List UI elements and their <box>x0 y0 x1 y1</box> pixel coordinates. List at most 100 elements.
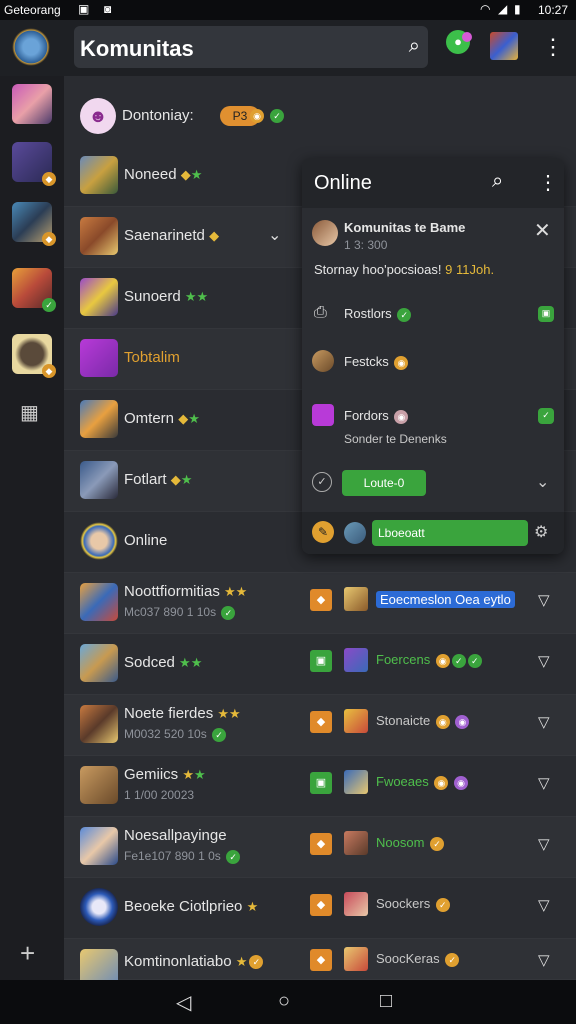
avatar <box>80 827 118 865</box>
item-name: Sodced ★★ <box>124 654 203 671</box>
community-icon: ☻ <box>80 98 116 134</box>
more-menu-icon[interactable]: ⋮ <box>542 34 564 60</box>
online-popup: Online ⌕ ⋮ Komunitas te Bame 1 3: 300 ✕ … <box>302 158 564 554</box>
chevron-down-icon[interactable]: ⌄ <box>268 225 281 245</box>
item-name: Noesallpayinge <box>124 827 227 844</box>
server-avatar[interactable]: ◆ <box>12 142 56 186</box>
notification-icon: ▣ <box>78 2 90 16</box>
battery-icon: ▮ <box>514 2 521 16</box>
table-row[interactable]: Komtinonlatiabo ★ ✓ ◆ SoocKeras ✓ ▽ <box>64 939 576 987</box>
expand-icon[interactable]: ▽ <box>538 951 550 969</box>
status-square-icon: ◆ <box>310 833 332 855</box>
server-badge-icon: ◆ <box>42 232 56 246</box>
right-label: Fwoeaes ◉ ◉ <box>376 774 468 790</box>
status-icon: ✓ <box>312 472 332 492</box>
back-icon[interactable]: ◁ <box>176 990 191 1015</box>
recents-icon[interactable]: □ <box>380 990 392 1013</box>
item-name: Fotlart ◆★ <box>124 471 193 488</box>
table-row[interactable]: Noesallpayinge Fe1e107 890 1 0s ✓ ◆ Noos… <box>64 817 576 878</box>
small-avatar <box>344 947 368 971</box>
table-row[interactable]: Noete fierdes ★★ M0032 520 10s ✓ ◆ Stona… <box>64 695 576 756</box>
expand-icon[interactable]: ▽ <box>538 713 550 731</box>
app-icon: ◙ <box>104 2 112 16</box>
emoji-icon: ◉ <box>250 109 264 123</box>
server-avatar[interactable] <box>12 84 52 124</box>
expand-icon[interactable]: ▽ <box>538 835 550 853</box>
expand-icon[interactable]: ▽ <box>538 591 550 609</box>
expand-icon[interactable]: ▽ <box>538 652 550 670</box>
item-name: Noneed ◆★ <box>124 166 203 183</box>
avatar <box>80 156 118 194</box>
avatar <box>80 766 118 804</box>
table-row[interactable]: Noottfiormitias ★★ Mc037 890 1 10s ✓ ◆ E… <box>64 573 576 634</box>
check-icon: ✓ <box>270 109 284 123</box>
table-row[interactable]: Beoeke Ciotlprieo ★ ◆ Soockers ✓ ▽ <box>64 878 576 939</box>
signal-icon: ◢ <box>498 2 508 16</box>
calendar-icon[interactable]: ▦ <box>20 400 39 425</box>
settings-icon[interactable]: ⚙ <box>534 522 548 542</box>
server-avatar[interactable]: ◆ <box>12 202 56 246</box>
app-bar: Komunitas ⌕ ● ⋮ <box>0 20 576 76</box>
popup-header: Online ⌕ ⋮ <box>302 158 564 208</box>
link-label[interactable]: Eoecmeslon Oea eytlo <box>376 591 515 608</box>
avatar <box>80 583 118 621</box>
home-icon[interactable]: ○ <box>278 990 290 1013</box>
action-button[interactable]: Loute-0 <box>342 470 426 496</box>
header-label: Dontoniay: <box>122 107 194 124</box>
item-name: Sunoerd ★★ <box>124 288 209 305</box>
item-name: Omtern ◆★ <box>124 410 200 427</box>
check-icon: ✓ <box>538 408 554 424</box>
group-meta: 1 3: 300 <box>344 238 388 252</box>
popup-item-label: Festcks ◉ <box>344 354 409 370</box>
item-name: Komtinonlatiabo ★ ✓ <box>124 953 264 970</box>
popup-item[interactable]: Fordors ◉ Sonder te Denenks ✓ <box>302 398 564 458</box>
server-avatar[interactable]: ✓ <box>12 268 56 312</box>
share-icon[interactable]: ⌄ <box>536 472 549 492</box>
small-avatar <box>344 770 368 794</box>
profile-avatar[interactable] <box>490 32 518 60</box>
item-meta: Fe1e107 890 1 0s ✓ <box>124 849 241 864</box>
table-row[interactable]: Gemiics ★★ 1 1/00 20023 ▣ Fwoeaes ◉ ◉ ▽ <box>64 756 576 817</box>
small-avatar <box>344 831 368 855</box>
message-input[interactable]: Lboeoatt <box>372 520 528 546</box>
popup-item[interactable]: ⎙ Rostlors ✓ ▣ <box>302 298 564 338</box>
avatar <box>80 644 118 682</box>
popup-item[interactable]: Festcks ◉ <box>302 348 564 388</box>
avatar <box>80 888 118 926</box>
server-avatar[interactable]: ◆ <box>12 334 56 378</box>
right-label: Soockers ✓ <box>376 896 450 912</box>
item-name: Saenarinetd ◆ <box>124 227 220 244</box>
server-badge-icon: ◆ <box>42 172 56 186</box>
item-meta: Mc037 890 1 10s ✓ <box>124 605 236 620</box>
popup-message: Stornay hoo'pocsioas! 9 11Joh. <box>314 262 495 277</box>
search-bar[interactable]: Komunitas ⌕ <box>74 26 428 68</box>
right-label: Foercens ◉ ✓ ✓ <box>376 652 482 668</box>
add-server-icon[interactable]: + <box>20 938 35 969</box>
right-label: Noosom ✓ <box>376 835 445 851</box>
table-row[interactable]: Sodced ★★ ▣ Foercens ◉ ✓ ✓ ▽ <box>64 634 576 695</box>
search-icon[interactable]: ⌕ <box>492 170 503 193</box>
search-icon[interactable]: ⌕ <box>409 35 420 58</box>
item-name: Gemiics ★★ <box>124 766 206 783</box>
status-square-icon: ◆ <box>310 711 332 733</box>
tool-icon[interactable]: ✎ <box>312 521 334 543</box>
avatar <box>80 522 118 560</box>
avatar <box>80 278 118 316</box>
right-label: SoocKeras ✓ <box>376 951 460 967</box>
more-menu-icon[interactable]: ⋮ <box>538 170 558 195</box>
item-name: Noottfiormitias ★★ <box>124 583 248 600</box>
app-logo-icon[interactable] <box>12 28 50 66</box>
status-time: 10:27 <box>537 3 568 17</box>
popup-item-label: Fordors ◉ <box>344 408 409 424</box>
close-icon[interactable]: ✕ <box>534 218 551 243</box>
item-name: Tobtalim <box>124 349 180 366</box>
small-avatar <box>344 892 368 916</box>
expand-icon[interactable]: ▽ <box>538 774 550 792</box>
document-icon: ⎙ <box>314 304 327 321</box>
avatar <box>80 400 118 438</box>
item-meta: M0032 520 10s ✓ <box>124 727 227 742</box>
expand-icon[interactable]: ▽ <box>538 896 550 914</box>
avatar <box>80 461 118 499</box>
system-nav-bar: ◁ ○ □ <box>0 980 576 1024</box>
avatar <box>80 339 118 377</box>
